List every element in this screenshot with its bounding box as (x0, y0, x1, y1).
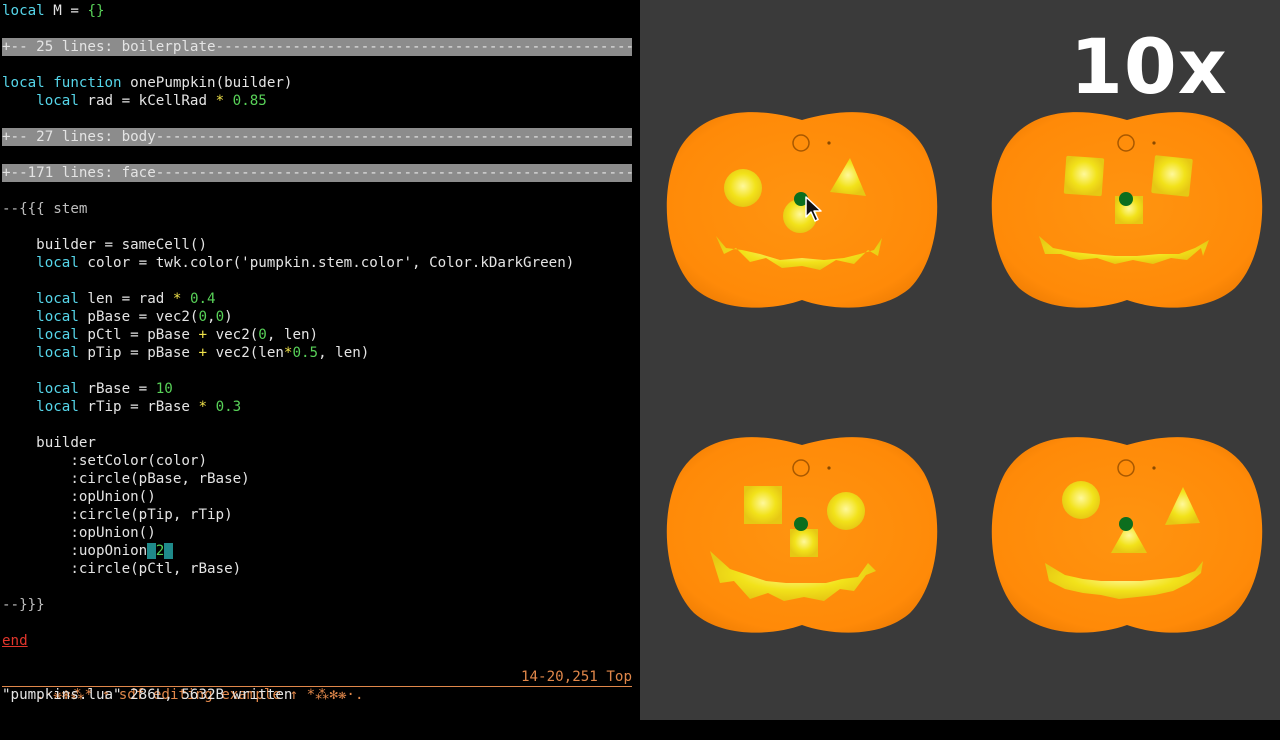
code-line-stem-marker: --{{{ stem (2, 201, 88, 217)
stem-dot (827, 466, 831, 470)
pumpkin-1 (666, 112, 938, 308)
fold-face[interactable]: +--171 lines: face----------------------… (2, 164, 632, 182)
code-line-rtip: local rTip = rBase * 0.3 (36, 399, 242, 415)
speed-label: 10x (1070, 22, 1228, 111)
code-line-end: end (2, 633, 28, 649)
code-editor[interactable]: local M = {} +-- 25 lines: boilerplate--… (0, 0, 640, 720)
code-line-pctl: local pCtl = pBase + vec2(0, len) (36, 327, 319, 343)
stem (1119, 517, 1133, 531)
code-line-uoponion: :uopOnion 2 (2, 542, 173, 560)
left-eye-circle (724, 169, 762, 207)
text-cursor (147, 543, 156, 559)
code-line-circle-ctl: :circle(pCtl, rBase) (70, 561, 242, 577)
text-cursor-end (164, 543, 173, 559)
fold-body[interactable]: +-- 27 lines: body----------------------… (2, 128, 632, 146)
render-viewport[interactable]: 10x (640, 0, 1280, 720)
fold-boilerplate[interactable]: +-- 25 lines: boilerplate---------------… (2, 38, 632, 56)
code-line-len: local len = rad * 0.4 (36, 291, 216, 307)
stem (794, 517, 808, 531)
status-line: .·❋✻⁂* ↑ sdf editing example ↑ *⁂✻❋·. 14… (2, 668, 632, 703)
stem-dot (1152, 141, 1156, 145)
code-line-function: local function onePumpkin(builder) (2, 75, 293, 91)
code-line-circle-tip: :circle(pTip, rTip) (70, 507, 233, 523)
code-line-builder: builder (36, 435, 96, 451)
right-eye-circle (827, 492, 865, 530)
code-line-1: local M = {} (2, 3, 105, 19)
pumpkin-2 (991, 112, 1263, 308)
code-line-circle-base: :circle(pBase, rBase) (70, 471, 250, 487)
code-line-ptip: local pTip = pBase + vec2(len*0.5, len) (36, 345, 370, 361)
status-position: 14-20,251 Top (520, 669, 632, 685)
pumpkin-3 (666, 437, 938, 633)
left-eye-square (744, 486, 782, 524)
code-line-rbase: local rBase = 10 (36, 381, 173, 397)
code-line-fold-close: --}}} (2, 597, 45, 613)
stem-dot (827, 141, 831, 145)
left-eye-square (1063, 155, 1105, 197)
mouse-pointer-icon (805, 196, 822, 222)
code-line-opunion-1: :opUnion() (70, 489, 156, 505)
right-eye-square (1151, 155, 1193, 197)
code-line-color: local color = twk.color('pumpkin.stem.co… (36, 255, 575, 271)
code-line-setcolor: :setColor(color) (70, 453, 208, 469)
command-line[interactable]: "pumpkins.lua" 286L, 5632B written (2, 686, 292, 704)
stem-dot (1152, 466, 1156, 470)
code-line-samecell: builder = sameCell() (36, 237, 208, 253)
nose-square (790, 529, 818, 557)
stem (1119, 192, 1133, 206)
code-line-opunion-2: :opUnion() (70, 525, 156, 541)
pumpkin-4 (991, 437, 1263, 633)
code-line-rad: local rad = kCellRad * 0.85 (36, 93, 267, 109)
code-line-pbase: local pBase = vec2(0,0) (36, 309, 233, 325)
left-eye-circle (1062, 481, 1100, 519)
